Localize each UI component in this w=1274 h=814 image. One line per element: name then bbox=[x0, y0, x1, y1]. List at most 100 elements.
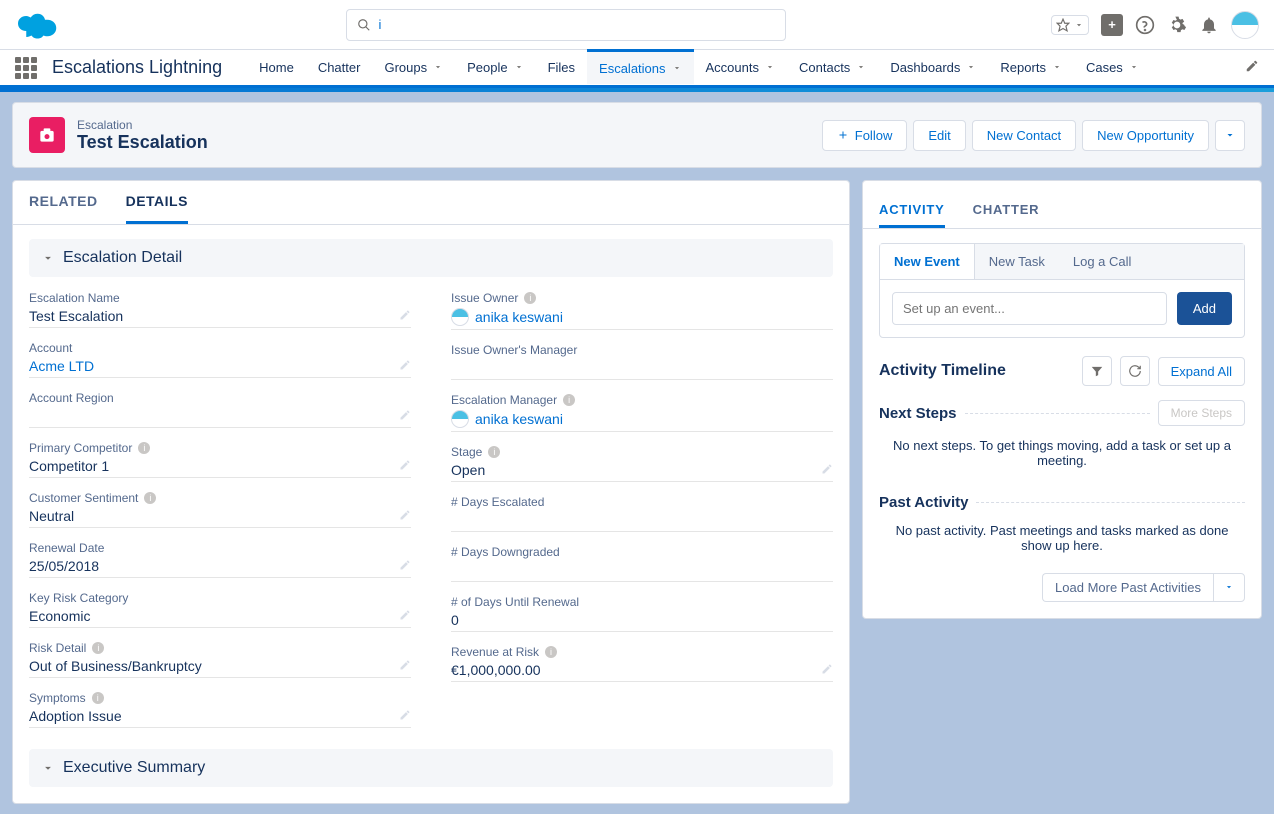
edit-field-icon[interactable] bbox=[399, 309, 411, 324]
info-icon[interactable]: i bbox=[545, 646, 557, 658]
field-value[interactable]: anika keswani bbox=[451, 407, 833, 432]
edit-field-icon[interactable] bbox=[399, 659, 411, 674]
field-daysDowngraded: # Days Downgraded bbox=[451, 539, 833, 589]
info-icon[interactable]: i bbox=[524, 292, 536, 304]
app-launcher-button[interactable] bbox=[15, 57, 37, 79]
nav-item-contacts[interactable]: Contacts bbox=[787, 50, 878, 85]
field-label-text: Account bbox=[29, 341, 72, 355]
edit-field-icon[interactable] bbox=[399, 609, 411, 624]
info-icon[interactable]: i bbox=[488, 446, 500, 458]
section-executive-summary[interactable]: Executive Summary bbox=[29, 749, 833, 787]
nav-item-escalations[interactable]: Escalations bbox=[587, 49, 693, 84]
chevron-down-icon[interactable] bbox=[672, 61, 682, 76]
record-tabs: RELATED DETAILS bbox=[13, 181, 849, 225]
load-more-dropdown[interactable] bbox=[1213, 573, 1245, 602]
field-escalationManager: Escalation Manager ianika keswani bbox=[451, 387, 833, 439]
refresh-icon bbox=[1128, 364, 1142, 378]
edit-field-icon[interactable] bbox=[399, 559, 411, 574]
composer-tab-new-task[interactable]: New Task bbox=[975, 244, 1059, 279]
field-issueOwner: Issue Ownerianika keswani bbox=[451, 285, 833, 337]
tab-chatter[interactable]: CHATTER bbox=[973, 193, 1040, 228]
more-actions-button[interactable] bbox=[1215, 120, 1245, 151]
chevron-down-icon[interactable] bbox=[514, 60, 524, 75]
user-avatar-icon bbox=[451, 308, 469, 326]
escalation-icon bbox=[29, 117, 65, 153]
chevron-down-icon[interactable] bbox=[856, 60, 866, 75]
chevron-down-icon[interactable] bbox=[1052, 60, 1062, 75]
expand-all-button[interactable]: Expand All bbox=[1158, 357, 1245, 386]
nav-item-cases[interactable]: Cases bbox=[1074, 50, 1151, 85]
next-steps-header: Next Steps More Steps bbox=[879, 400, 1245, 426]
field-value: Economic bbox=[29, 605, 411, 628]
field-label-text: Symptoms bbox=[29, 691, 86, 705]
nav-item-home[interactable]: Home bbox=[247, 50, 306, 85]
edit-field-icon[interactable] bbox=[399, 359, 411, 374]
new-contact-button[interactable]: New Contact bbox=[972, 120, 1076, 151]
search-input[interactable] bbox=[379, 17, 775, 32]
info-icon[interactable]: i bbox=[92, 642, 104, 654]
field-value: Neutral bbox=[29, 505, 411, 528]
nav-item-groups[interactable]: Groups bbox=[372, 50, 455, 85]
edit-button[interactable]: Edit bbox=[913, 120, 965, 151]
refresh-button[interactable] bbox=[1120, 356, 1150, 386]
field-value[interactable]: anika keswani bbox=[451, 305, 833, 330]
info-icon[interactable]: i bbox=[144, 492, 156, 504]
chevron-down-icon[interactable] bbox=[1129, 60, 1139, 75]
edit-field-icon[interactable] bbox=[399, 509, 411, 524]
pencil-icon[interactable] bbox=[1245, 59, 1259, 76]
edit-field-icon[interactable] bbox=[821, 663, 833, 678]
field-label-text: Escalation Manager bbox=[451, 393, 557, 407]
help-button[interactable] bbox=[1135, 15, 1155, 35]
record-title: Test Escalation bbox=[77, 132, 208, 153]
follow-button[interactable]: Follow bbox=[822, 120, 908, 151]
add-button[interactable]: Add bbox=[1177, 292, 1232, 325]
nav-item-dashboards[interactable]: Dashboards bbox=[878, 50, 988, 85]
edit-field-icon[interactable] bbox=[821, 463, 833, 478]
side-panel: ACTIVITY CHATTER New Event New Task Log … bbox=[862, 180, 1262, 619]
field-label-text: Issue Owner's Manager bbox=[451, 343, 577, 357]
info-icon[interactable]: i bbox=[138, 442, 150, 454]
chevron-down-icon[interactable] bbox=[966, 60, 976, 75]
edit-field-icon[interactable] bbox=[399, 709, 411, 724]
nav-item-label: Contacts bbox=[799, 60, 850, 75]
timeline-header: Activity Timeline Expand All bbox=[879, 356, 1245, 386]
favorites-button[interactable] bbox=[1051, 15, 1089, 35]
field-value[interactable]: Acme LTD bbox=[29, 355, 411, 378]
info-icon[interactable]: i bbox=[92, 692, 104, 704]
setup-button[interactable] bbox=[1167, 15, 1187, 35]
nav-item-chatter[interactable]: Chatter bbox=[306, 50, 373, 85]
header-utilities: + bbox=[1051, 11, 1259, 39]
field-label-text: # of Days Until Renewal bbox=[451, 595, 579, 609]
nav-item-accounts[interactable]: Accounts bbox=[694, 50, 787, 85]
load-more-button[interactable]: Load More Past Activities bbox=[1042, 573, 1213, 602]
more-steps-button[interactable]: More Steps bbox=[1158, 400, 1245, 426]
user-avatar[interactable] bbox=[1231, 11, 1259, 39]
tab-related[interactable]: RELATED bbox=[29, 181, 98, 224]
info-icon[interactable]: i bbox=[563, 394, 575, 406]
tab-activity[interactable]: ACTIVITY bbox=[879, 193, 945, 228]
field-value-text bbox=[29, 408, 33, 424]
filter-button[interactable] bbox=[1082, 356, 1112, 386]
notifications-button[interactable] bbox=[1199, 15, 1219, 35]
new-opportunity-button[interactable]: New Opportunity bbox=[1082, 120, 1209, 151]
global-actions-button[interactable]: + bbox=[1101, 14, 1123, 36]
field-escalationName: Escalation NameTest Escalation bbox=[29, 285, 411, 335]
tab-details[interactable]: DETAILS bbox=[126, 181, 188, 224]
chevron-down-icon[interactable] bbox=[765, 60, 775, 75]
chevron-down-icon bbox=[1074, 20, 1084, 30]
nav-item-people[interactable]: People bbox=[455, 50, 535, 85]
global-search[interactable] bbox=[346, 9, 786, 41]
nav-item-reports[interactable]: Reports bbox=[988, 50, 1074, 85]
event-subject-input[interactable] bbox=[892, 292, 1167, 325]
edit-field-icon[interactable] bbox=[399, 409, 411, 424]
load-more-button-group: Load More Past Activities bbox=[1042, 573, 1245, 602]
page-content: Escalation Test Escalation Follow Edit N… bbox=[0, 92, 1274, 814]
section-escalation-detail[interactable]: Escalation Detail bbox=[29, 239, 833, 277]
edit-field-icon[interactable] bbox=[399, 459, 411, 474]
field-label-text: # Days Escalated bbox=[451, 495, 544, 509]
chevron-down-icon[interactable] bbox=[433, 60, 443, 75]
field-account: AccountAcme LTD bbox=[29, 335, 411, 385]
nav-item-files[interactable]: Files bbox=[536, 50, 587, 85]
composer-tab-log-call[interactable]: Log a Call bbox=[1059, 244, 1146, 279]
composer-tab-new-event[interactable]: New Event bbox=[880, 244, 975, 279]
